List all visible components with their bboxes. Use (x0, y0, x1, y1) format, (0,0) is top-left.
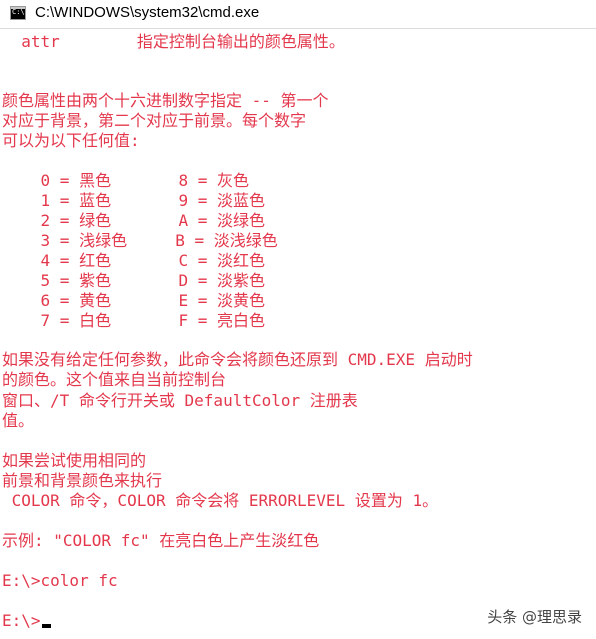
command-prompt[interactable]: E:\> (2, 611, 41, 631)
command-line: E:\>color fc (2, 571, 118, 590)
console-line: 的颜色。这个值来自当前控制台 (2, 370, 227, 389)
text-cursor (42, 624, 51, 628)
console-line: 颜色属性由两个十六进制数字指定 -- 第一个 (2, 91, 329, 110)
console-line: 3 = 浅绿色 B = 淡浅绿色 (2, 231, 278, 250)
console-line: 2 = 绿色 A = 淡绿色 (2, 211, 266, 230)
console-line: 1 = 蓝色 9 = 淡蓝色 (2, 191, 266, 210)
console-line: 5 = 紫色 D = 淡紫色 (2, 271, 266, 290)
console-line: 对应于背景，第二个对应于前景。每个数字 (2, 111, 307, 130)
console-line: 如果尝试使用相同的 (2, 451, 147, 470)
window-title: C:\WINDOWS\system32\cmd.exe (35, 4, 260, 21)
console-line: COLOR 命令，COLOR 命令会将 ERRORLEVEL 设置为 1。 (2, 491, 439, 510)
console-line: attr 指定控制台输出的颜色属性。 (2, 32, 345, 51)
console-line: 0 = 黑色 8 = 灰色 (2, 171, 250, 190)
console-line: 4 = 红色 C = 淡红色 (2, 251, 266, 270)
console-line: 示例: "COLOR fc" 在亮白色上产生淡红色 (2, 531, 320, 550)
console-line: 如果没有给定任何参数，此命令会将颜色还原到 CMD.EXE 启动时 (2, 350, 473, 369)
console-line: 窗口、/T 命令行开关或 DefaultColor 注册表 (2, 391, 358, 410)
console-line: 前景和背景颜色来执行 (2, 471, 163, 490)
cmd-app-icon[interactable]: C:\. (10, 6, 26, 20)
watermark: 头条 @理思录 (487, 608, 582, 626)
cmd-window: C:\. C:\WINDOWS\system32\cmd.exe attr 指定… (0, 0, 596, 639)
console-line: 值。 (2, 411, 35, 430)
console-line: 7 = 白色 F = 亮白色 (2, 311, 266, 330)
console-line: 6 = 黄色 E = 淡黄色 (2, 291, 266, 310)
console-line: 可以为以下任何值: (2, 131, 140, 150)
title-bar[interactable]: C:\. C:\WINDOWS\system32\cmd.exe (0, 0, 596, 29)
